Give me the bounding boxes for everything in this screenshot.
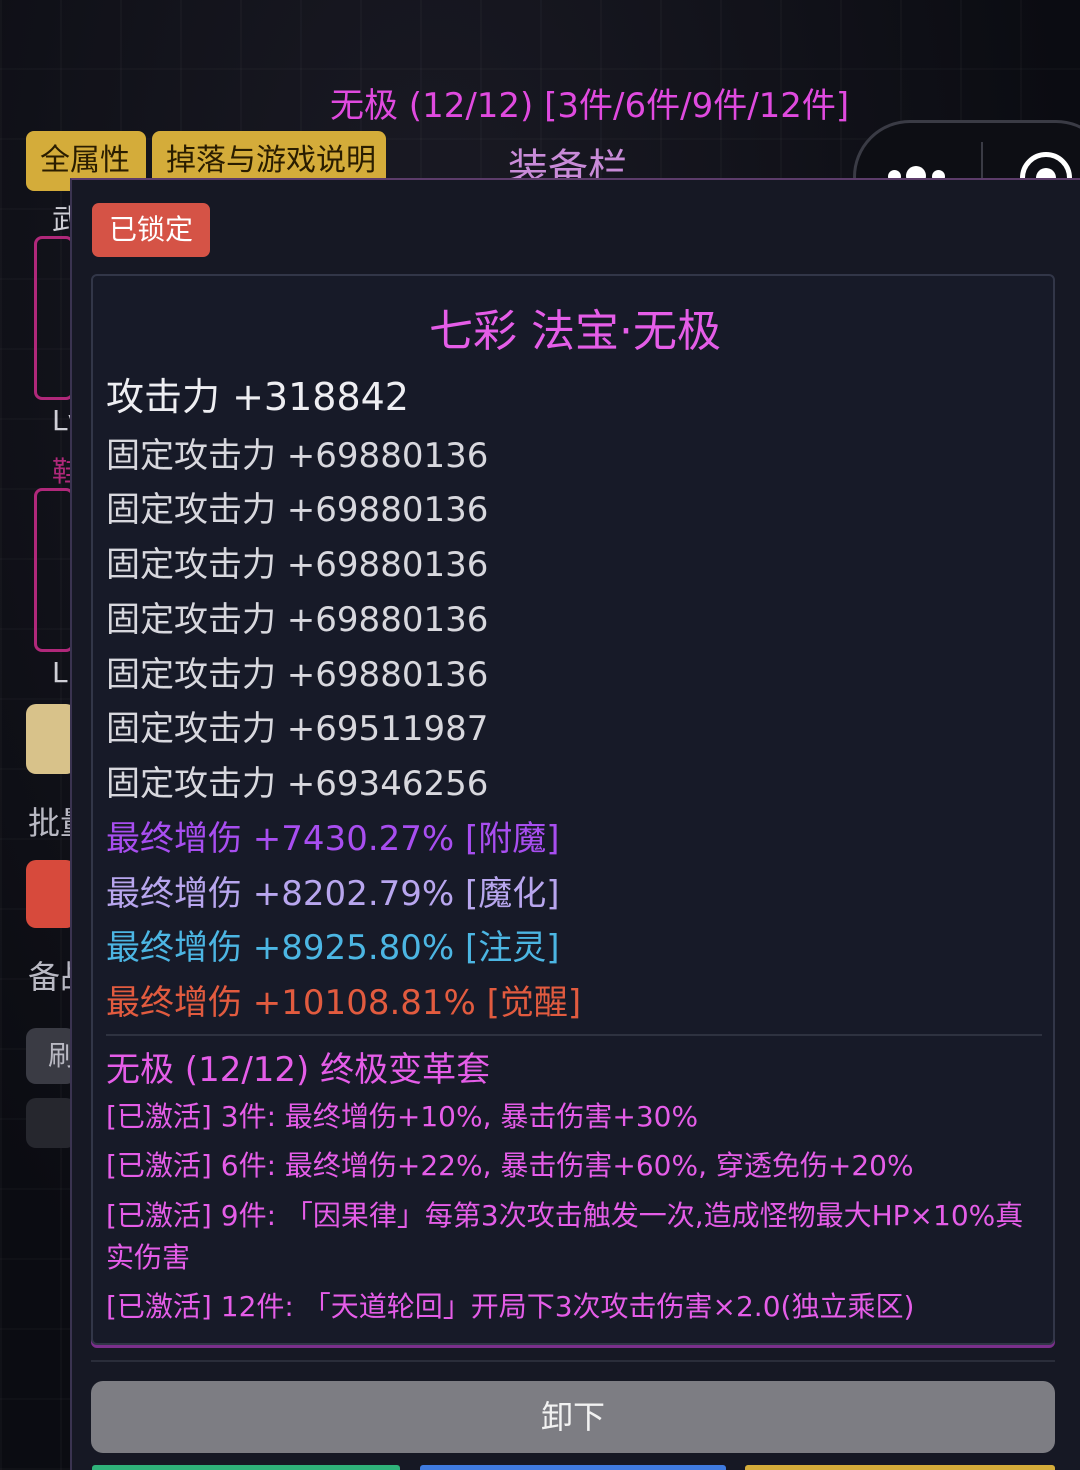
fixed-stat: 固定攻击力 +69880136 [106, 655, 489, 695]
fixed-stat: 固定攻击力 +69880136 [106, 545, 489, 585]
set-effect: [已激活] 3件: 最终增伤+10%, 暴击伤害+30% [106, 1100, 699, 1133]
sidebar-gray-button[interactable] [26, 1098, 76, 1148]
set-effect: [已激活] 6件: 最终增伤+22%, 暴击伤害+60%, 穿透免伤+20% [106, 1149, 914, 1182]
fixed-stat: 固定攻击力 +69880136 [106, 600, 489, 640]
equip-slot[interactable] [34, 488, 74, 652]
item-name: 七彩 法宝·无极 [429, 306, 721, 357]
main-stat: 攻击力 +318842 [106, 375, 409, 419]
bottom-action-green[interactable] [92, 1465, 400, 1470]
bonus-stat-spirit: 最终增伤 +8925.80% [注灵] [106, 928, 560, 968]
bonus-stat-enchant: 最终增伤 +7430.27% [附魔] [106, 819, 560, 859]
sidebar-red-button[interactable] [26, 860, 76, 928]
set-progress-title: 无极 (12/12) [3件/6件/9件/12件] [330, 86, 850, 126]
fixed-stat: 固定攻击力 +69880136 [106, 490, 489, 530]
bonus-stat-demonize: 最终增伤 +8202.79% [魔化] [106, 874, 560, 914]
sidebar-fragment-level-2: L [52, 656, 68, 689]
equip-slot[interactable] [34, 236, 74, 400]
fixed-stat: 固定攻击力 +69511987 [106, 709, 489, 749]
action-divider [91, 1360, 1055, 1362]
fixed-stat: 固定攻击力 +69346256 [106, 764, 489, 804]
set-effect: [已激活] 12件: 「天道轮回」开局下3次攻击伤害×2.0(独立乘区) [106, 1290, 915, 1323]
unload-button[interactable]: 卸下 [91, 1381, 1055, 1453]
bonus-stat-awaken: 最终增伤 +10108.81% [觉醒] [106, 983, 582, 1023]
set-title: 无极 (12/12) 终极变革套 [106, 1050, 491, 1090]
set-effect: [已激活] 9件: 「因果律」每第3次攻击触发一次,造成怪物最大HP×10%真实… [106, 1199, 1024, 1274]
sidebar-gold-button[interactable] [26, 704, 76, 774]
locked-badge[interactable]: 已锁定 [92, 203, 210, 257]
bottom-action-blue[interactable] [420, 1465, 726, 1470]
fixed-stat: 固定攻击力 +69880136 [106, 436, 489, 476]
set-divider [106, 1034, 1042, 1036]
bottom-action-gold[interactable] [745, 1465, 1055, 1470]
